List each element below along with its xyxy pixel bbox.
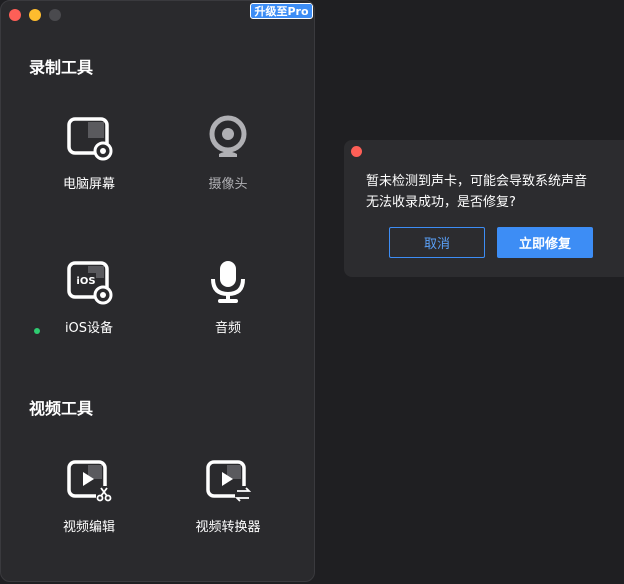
tool-audio[interactable]: 音频: [163, 257, 293, 336]
video-edit-icon: [64, 456, 114, 506]
maximize-window-button[interactable]: [49, 9, 61, 21]
video-tools-title: 视频工具: [29, 399, 94, 418]
tool-video-convert[interactable]: 视频转换器: [163, 456, 293, 535]
recording-tools-title: 录制工具: [29, 58, 94, 77]
webcam-icon: [203, 113, 253, 163]
dialog-message-line: 无法收录成功，是否修复?: [366, 195, 516, 210]
main-window: 升级至Pro 录制工具 电脑屏幕 摄像头 iOS iOS设备 音频 视频工具 视…: [0, 0, 315, 582]
cancel-button[interactable]: 取消: [389, 227, 485, 258]
tool-label: 音频: [214, 321, 241, 336]
tool-video-edit[interactable]: 视频编辑: [24, 456, 154, 535]
video-convert-icon: [203, 456, 253, 506]
microphone-icon: [203, 257, 253, 307]
fix-now-button[interactable]: 立即修复: [497, 227, 593, 258]
tool-label: iOS设备: [64, 321, 114, 336]
close-window-button[interactable]: [9, 9, 21, 21]
tool-webcam[interactable]: 摄像头: [163, 113, 293, 192]
tool-label: 摄像头: [208, 177, 248, 192]
minimize-window-button[interactable]: [29, 9, 41, 21]
dialog-message-line: 暂未检测到声卡，可能会导致系统声音: [366, 174, 588, 189]
screen-record-icon: [64, 113, 114, 163]
tool-label: 视频编辑: [62, 520, 115, 535]
tool-ios-device[interactable]: iOS iOS设备: [24, 257, 154, 336]
dialog-message: 暂未检测到声卡，可能会导致系统声音 无法收录成功，是否修复?: [366, 171, 618, 213]
tool-screen-record[interactable]: 电脑屏幕: [24, 113, 154, 192]
upgrade-pro-button[interactable]: 升级至Pro: [250, 3, 313, 19]
ios-device-icon: iOS: [64, 257, 114, 307]
svg-text:iOS: iOS: [76, 276, 95, 287]
tool-label: 视频转换器: [195, 520, 261, 535]
tool-label: 电脑屏幕: [62, 177, 115, 192]
close-dialog-button[interactable]: [351, 146, 362, 157]
sound-card-dialog: 暂未检测到声卡，可能会导致系统声音 无法收录成功，是否修复? 取消 立即修复: [344, 140, 624, 277]
